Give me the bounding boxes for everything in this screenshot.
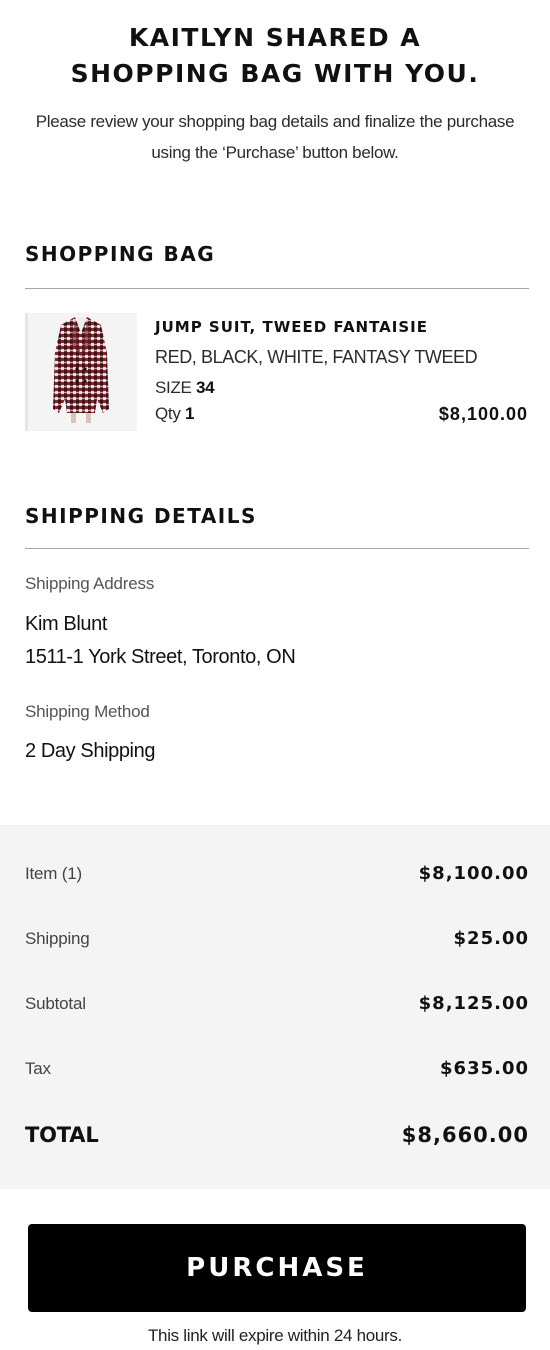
product-qty-value: 1 (184, 404, 195, 423)
divider (25, 548, 529, 549)
shopping-bag-heading: SHOPPING BAG (25, 242, 216, 266)
summary-label: Subtotal (25, 994, 86, 1013)
shipping-address: 1511-1 York Street, Toronto, ON (25, 646, 296, 668)
summary-value: $25.00 (453, 928, 529, 949)
shipping-details-heading: SHIPPING DETAILS (25, 504, 257, 528)
summary-row-shipping: Shipping $25.00 (25, 924, 529, 954)
summary-value: $8,125.00 (418, 993, 529, 1014)
summary-value: $8,100.00 (418, 863, 529, 884)
page-title-line-2: SHOPPING BAG WITH YOU. (70, 59, 480, 88)
summary-row-items: Item (1) $8,100.00 (25, 859, 529, 889)
summary-row-tax: Tax $635.00 (25, 1054, 529, 1084)
product-size-value: 34 (196, 378, 215, 397)
shipping-method-label: Shipping Method (25, 702, 150, 721)
divider (25, 288, 529, 289)
page-title-line-1: KAITLYN SHARED A (128, 23, 422, 52)
product-size: SIZE 34 (155, 378, 215, 398)
product-price: $8,100.00 (438, 404, 528, 424)
product-color: RED, BLACK, WHITE, FANTASY TWEED (155, 347, 478, 367)
tweed-suit-image-icon (25, 313, 109, 431)
summary-row-total: TOTAL $8,660.00 (25, 1120, 529, 1150)
summary-label: Shipping (25, 929, 90, 948)
product-name[interactable]: JUMP SUIT, TWEED FANTAISIE (155, 318, 428, 336)
product-image[interactable] (25, 313, 137, 431)
purchase-button[interactable]: PURCHASE (28, 1224, 526, 1312)
shipping-method: 2 Day Shipping (25, 740, 156, 762)
shipping-address-label: Shipping Address (25, 574, 155, 593)
summary-label: Tax (25, 1059, 51, 1078)
summary-value: $635.00 (440, 1058, 529, 1079)
product-size-label: SIZE (155, 378, 192, 397)
total-label: TOTAL (25, 1123, 99, 1147)
summary-row-subtotal: Subtotal $8,125.00 (25, 989, 529, 1019)
product-qty-label: Qty (155, 404, 181, 423)
shipping-name: Kim Blunt (25, 613, 107, 635)
page-title: KAITLYN SHARED A SHOPPING BAG WITH YOU. (0, 20, 550, 92)
product-qty: Qty 1 (155, 404, 194, 424)
order-summary: Item (1) $8,100.00 Shipping $25.00 Subto… (0, 825, 550, 1189)
page-subtitle: Please review your shopping bag details … (35, 112, 515, 162)
expire-note: This link will expire within 24 hours. (147, 1326, 403, 1345)
summary-label: Item (1) (25, 864, 82, 883)
total-value: $8,660.00 (401, 1123, 529, 1147)
